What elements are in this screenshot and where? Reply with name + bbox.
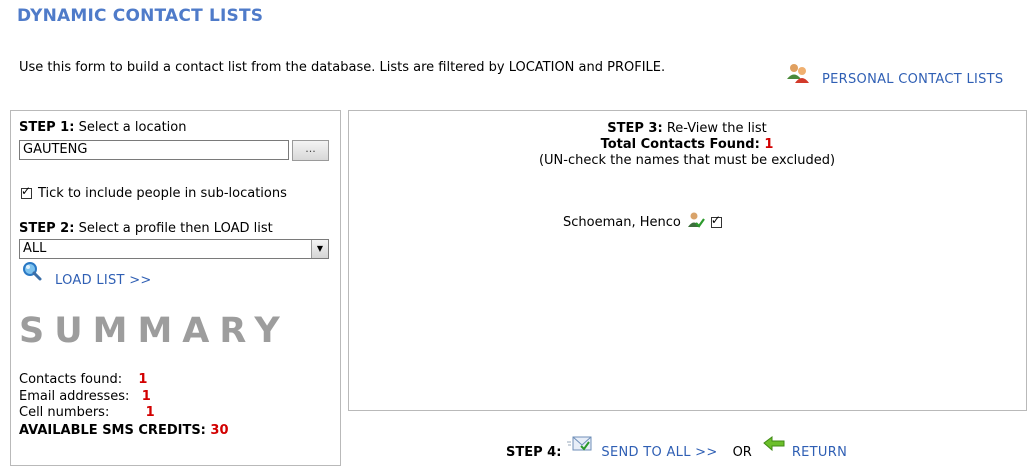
cell-numbers-label: Cell numbers: bbox=[19, 405, 110, 420]
step1-text: Select a location bbox=[78, 120, 187, 135]
summary-title: SUMMARY bbox=[19, 311, 290, 351]
step4-actions: STEP 4: SEND TO ALL >> OR RETURN bbox=[506, 436, 847, 464]
chevron-down-icon: ▼ bbox=[311, 240, 328, 258]
send-to-all-link[interactable]: SEND TO ALL >> bbox=[601, 445, 717, 460]
personal-contact-lists-label: PERSONAL CONTACT LISTS bbox=[822, 72, 1004, 87]
contacts-found-row: Contacts found: 1 bbox=[19, 372, 147, 388]
email-addresses-row: Email addresses: 1 bbox=[19, 389, 151, 405]
return-link[interactable]: RETURN bbox=[792, 445, 847, 460]
step1-heading: STEP 1: Select a location bbox=[19, 120, 186, 135]
personal-contact-lists-link[interactable]: PERSONAL CONTACT LISTS bbox=[786, 62, 1003, 88]
email-addresses-value: 1 bbox=[141, 389, 151, 404]
cell-numbers-row: Cell numbers: 1 bbox=[19, 405, 155, 421]
sublocation-label: Tick to include people in sub-locations bbox=[38, 186, 287, 201]
return-arrow-icon[interactable] bbox=[762, 435, 786, 457]
step3-label: STEP 3: bbox=[607, 121, 663, 136]
intro-text: Use this form to build a contact list fr… bbox=[19, 60, 666, 75]
sms-credits-value: 30 bbox=[210, 423, 229, 438]
contact-include-checkbox[interactable]: ✓ bbox=[710, 213, 722, 228]
sms-credits-label: AVAILABLE SMS CREDITS: bbox=[19, 423, 206, 438]
location-input[interactable]: GAUTENG bbox=[19, 140, 289, 160]
step3-heading: STEP 3: Re-View the list Total Contacts … bbox=[349, 121, 1025, 169]
step2-label: STEP 2: bbox=[19, 221, 75, 236]
cell-numbers-value: 1 bbox=[145, 405, 155, 420]
or-text: OR bbox=[732, 444, 752, 460]
exclude-instruction: (UN-check the names that must be exclude… bbox=[538, 153, 836, 168]
profile-select[interactable]: ALL ▼ bbox=[19, 239, 329, 259]
magnifier-icon[interactable] bbox=[21, 261, 43, 283]
user-check-icon bbox=[687, 211, 705, 233]
page-title: DYNAMIC CONTACT LISTS bbox=[17, 6, 264, 26]
load-list-link[interactable]: LOAD LIST >> bbox=[55, 273, 152, 288]
total-contacts-value: 1 bbox=[764, 137, 774, 152]
profile-select-value: ALL bbox=[23, 241, 47, 256]
sms-credits-row: AVAILABLE SMS CREDITS: 30 bbox=[19, 423, 229, 439]
total-contacts-label: Total Contacts Found: bbox=[600, 137, 760, 152]
sublocation-option: ✓ Tick to include people in sub-location… bbox=[21, 184, 287, 201]
browse-location-button[interactable]: ... bbox=[292, 140, 329, 161]
step4-label: STEP 4: bbox=[506, 444, 562, 460]
email-addresses-label: Email addresses: bbox=[19, 389, 130, 404]
sublocation-checkbox[interactable]: ✓ bbox=[21, 184, 32, 199]
contacts-found-value: 1 bbox=[138, 372, 148, 387]
step1-label: STEP 1: bbox=[19, 120, 75, 135]
contact-name: Schoeman, Henco bbox=[563, 214, 681, 230]
step2-heading: STEP 2: Select a profile then LOAD list bbox=[19, 221, 273, 236]
list-item: Schoeman, Henco ✓ bbox=[563, 211, 722, 233]
step2-text: Select a profile then LOAD list bbox=[78, 221, 273, 236]
contacts-found-label: Contacts found: bbox=[19, 372, 123, 387]
mail-send-icon[interactable] bbox=[567, 434, 593, 458]
people-icon bbox=[786, 62, 810, 88]
step3-text: Re-View the list bbox=[666, 121, 767, 136]
